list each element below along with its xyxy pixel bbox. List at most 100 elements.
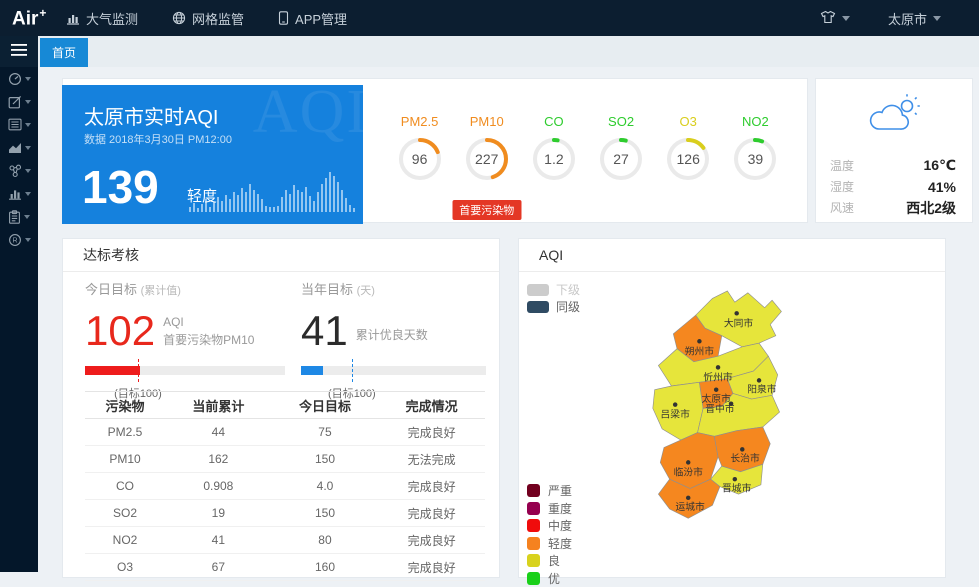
city-label-changzhi: 长治市 (730, 451, 760, 464)
top-navbar: Air+ 大气监测 网格监管 APP管理 (0, 0, 979, 36)
sparkline-bar (281, 197, 283, 212)
sidebar-collapse-button[interactable] (0, 36, 38, 67)
table-cell: 41 (165, 527, 272, 554)
table-cell: SO2 (85, 500, 165, 527)
tab-bar: 首页 (38, 36, 979, 67)
sidebar-item-area-chart[interactable] (0, 136, 38, 159)
sidebar-item-report[interactable] (0, 205, 38, 228)
table-cell: CO (85, 473, 165, 500)
table-cell: 150 (272, 500, 379, 527)
sparkline-bar (313, 201, 315, 212)
sparkline-bar (345, 198, 347, 212)
menu-item-air-monitor[interactable]: 大气监测 (66, 9, 138, 28)
theme-switcher[interactable] (820, 10, 850, 27)
weather-label: 温度 (830, 157, 854, 174)
sparkline-bar (305, 187, 307, 212)
realtime-aqi-panel: AQI 太原市实时AQI 数据 2018年3月30日 PM12:00 139 轻… (62, 78, 808, 223)
legend-label: 中度 (548, 517, 572, 534)
city-label-linfen: 临汾市 (674, 465, 704, 478)
city-dot (740, 447, 744, 451)
sparkline-bar (289, 194, 291, 212)
legend-label: 优 (548, 570, 560, 587)
weather-value: 16℃ (923, 157, 956, 174)
sparkline-bar (229, 199, 231, 212)
gauge-label: CO (522, 114, 586, 129)
today-progress-bar (85, 366, 285, 375)
table-cell: 80 (272, 527, 379, 554)
chevron-down-icon (933, 16, 941, 21)
gauge-value: 27 (598, 136, 644, 182)
city-dot (673, 402, 677, 406)
aqi-legend-item[interactable]: 严重 (527, 482, 572, 500)
sparkline-bar (201, 204, 203, 212)
menu-item-label: APP管理 (295, 9, 347, 28)
city-dot (734, 311, 738, 315)
aqi-legend-item[interactable]: 重度 (527, 500, 572, 518)
legend-item-same-level[interactable]: 同级 (527, 298, 580, 315)
gauge-ring: 96 (397, 136, 443, 182)
sparkline-bar (285, 190, 287, 212)
gauge-ring: 27 (598, 136, 644, 182)
gauge-co: CO1.2 (522, 114, 586, 182)
today-goal-title: 今日目标 (累计值) (85, 279, 285, 298)
shanxi-province-map: 大同市 朔州市 忻州市 吕梁市 太原市 阳泉市 晋中市 临汾市 长治市 晋城市 … (623, 287, 828, 567)
sidebar-item-dashboard[interactable] (0, 67, 38, 90)
sparkline-bar (189, 207, 191, 212)
city-dot (686, 496, 690, 500)
aqi-legend-item[interactable]: 优 (527, 570, 572, 587)
legend-swatch (527, 301, 549, 313)
table-cell: 4.0 (272, 473, 379, 500)
cloud-sun-icon (865, 93, 923, 142)
sparkline-bar (309, 196, 311, 212)
table-cell: 完成良好 (378, 500, 485, 527)
sparkline-bar (241, 188, 243, 212)
sparkline-bar (233, 192, 235, 212)
goal-desc-line: 首要污染物PM10 (163, 333, 254, 347)
left-sidebar: R (0, 36, 38, 572)
progress-target-marker (138, 359, 139, 382)
sidebar-item-registered[interactable]: R (0, 228, 38, 251)
legend-swatch (527, 554, 540, 567)
panel-title: 达标考核 (63, 239, 499, 272)
table-header-cell: 当前累计 (165, 392, 272, 419)
sparkline-bar (197, 208, 199, 212)
standard-assessment-panel: 达标考核 今日目标 (累计值) 102 AQI 首要污染物PM10 (目标100… (62, 238, 500, 578)
aqi-legend-item[interactable]: 中度 (527, 517, 572, 535)
map-level-legend: 下级 同级 (527, 281, 580, 315)
menu-item-label: 网格监管 (192, 9, 244, 28)
weather-row-temperature: 温度 16℃ (830, 155, 956, 176)
city-dot (714, 387, 718, 391)
aqi-card-title: 太原市实时AQI (84, 101, 218, 130)
sidebar-item-relations[interactable] (0, 159, 38, 182)
chevron-down-icon (25, 123, 31, 127)
gauge-ring: 39 (732, 136, 778, 182)
chevron-down-icon (25, 146, 31, 150)
aqi-legend-item[interactable]: 良 (527, 552, 572, 570)
sparkline-bar (349, 205, 351, 212)
aqi-legend-item[interactable]: 轻度 (527, 535, 572, 553)
legend-item-subordinate[interactable]: 下级 (527, 281, 580, 298)
primary-pollutant-badge: 首要污染物 (452, 200, 521, 220)
year-goal-desc: 累计优良天数 (356, 327, 428, 350)
sidebar-item-edit[interactable] (0, 90, 38, 113)
sidebar-item-list[interactable] (0, 113, 38, 136)
menu-item-app-manage[interactable]: APP管理 (278, 9, 347, 28)
sidebar-item-statistics[interactable] (0, 182, 38, 205)
menu-toggle-icon (11, 43, 27, 61)
tab-home[interactable]: 首页 (40, 38, 88, 67)
gauge-value: 39 (732, 136, 778, 182)
today-goal-desc: AQI 首要污染物PM10 (163, 314, 254, 350)
table-cell: NO2 (85, 527, 165, 554)
main-menu: 大气监测 网格监管 APP管理 (66, 9, 347, 28)
menu-item-grid-supervision[interactable]: 网格监管 (172, 9, 244, 28)
table-cell: 67 (165, 554, 272, 581)
table-header-row: 污染物当前累计今日目标完成情况 (85, 392, 485, 419)
table-row: PM2.54475完成良好 (85, 419, 485, 446)
gauge-no2: NO239 (723, 114, 787, 182)
chevron-down-icon (24, 215, 30, 219)
gauge-o3: O3126 (656, 114, 720, 182)
city-selector[interactable]: 太原市 (888, 9, 941, 28)
gauge-value: 227 (464, 136, 510, 182)
chevron-down-icon (25, 169, 31, 173)
table-cell: 162 (165, 446, 272, 473)
